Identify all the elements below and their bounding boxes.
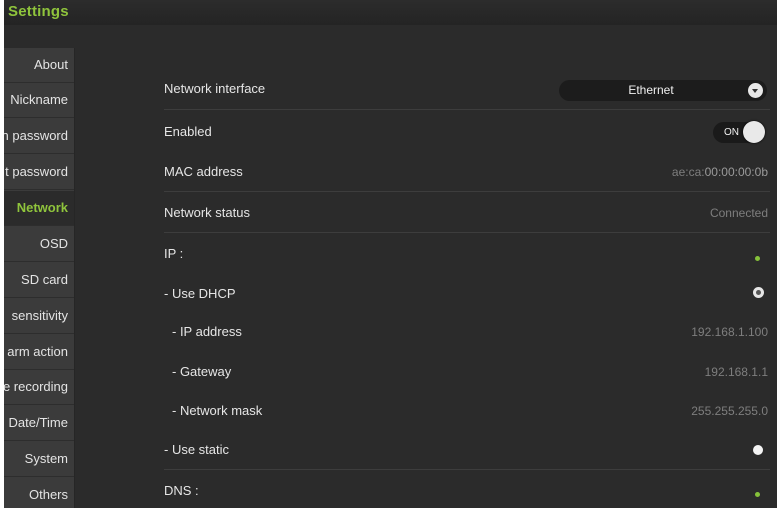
mac-prefix: ae:ca:: [671, 165, 705, 179]
gateway-label: - Gateway: [172, 364, 232, 379]
sidebar-item-admin-password[interactable]: n password: [4, 119, 74, 154]
sidebar-item-system[interactable]: System: [4, 442, 74, 477]
dns-section-row: DNS :: [164, 472, 770, 508]
sidebar-item-recording[interactable]: e recording: [4, 370, 74, 405]
network-mask-value[interactable]: 255.255.255.0: [691, 392, 768, 430]
sidebar-item-date-time[interactable]: Date/Time: [4, 406, 74, 441]
ip-address-value[interactable]: 192.168.1.100: [691, 313, 768, 351]
use-static-radio[interactable]: [753, 445, 763, 455]
network-status-label: Network status: [164, 205, 250, 220]
ip-section-label: IP :: [164, 246, 184, 261]
ip-address-row: - IP address 192.168.1.100: [164, 313, 770, 351]
sidebar-divider: [74, 48, 75, 508]
sidebar-item-label: Date/Time: [8, 415, 68, 430]
mac-address-value: ae:ca:00:00:00:0b: [672, 153, 768, 191]
sidebar-item-sensitivity[interactable]: sensitivity: [4, 299, 74, 334]
use-static-label: - Use static: [164, 442, 230, 457]
sidebar-item-label: n password: [4, 128, 68, 143]
sidebar-item-label: System: [24, 451, 68, 466]
app-title: Settings: [8, 3, 69, 20]
sidebar-item-network[interactable]: Network: [4, 191, 74, 226]
sidebar-item-nickname[interactable]: Nickname: [4, 83, 74, 118]
sidebar-item-guest-password[interactable]: t password: [4, 155, 74, 190]
divider: [164, 109, 770, 110]
sidebar-item-sd-card[interactable]: SD card: [4, 263, 74, 298]
use-dhcp-row[interactable]: - Use DHCP: [164, 275, 770, 313]
divider: [164, 191, 770, 192]
sidebar-item-label: Network: [16, 200, 68, 215]
dns-section-label: DNS :: [164, 483, 199, 498]
title-bar: Settings: [4, 0, 777, 25]
sidebar-item-label: SD card: [21, 272, 68, 287]
sidebar-item-label: sensitivity: [11, 308, 68, 323]
network-interface-label: Network interface: [164, 81, 266, 96]
network-interface-value: Ethernet: [628, 83, 674, 97]
use-static-row[interactable]: - Use static: [164, 431, 770, 469]
divider: [164, 469, 770, 470]
ip-status-dot: [755, 256, 760, 261]
sidebar-item-label: About: [34, 57, 68, 72]
toggle-knob: [743, 121, 765, 143]
sidebar-item-label: Nickname: [10, 92, 68, 107]
toggle-state-label: ON: [724, 127, 739, 138]
network-status-row: Network status Connected: [164, 194, 770, 232]
sidebar-item-label: arm action: [7, 344, 68, 359]
divider: [164, 232, 770, 233]
sidebar-item-others[interactable]: Others: [4, 478, 74, 508]
sidebar-item-label: OSD: [39, 236, 68, 251]
mac-suffix: 00:00:00:0b: [704, 165, 768, 179]
ip-address-label: - IP address: [172, 324, 242, 339]
sidebar-item-about[interactable]: About: [4, 48, 74, 83]
enabled-toggle[interactable]: ON: [713, 121, 765, 143]
sidebar-item-label: e recording: [4, 379, 68, 394]
mac-address-row: MAC address ae:ca:00:00:00:0b: [164, 153, 770, 191]
ip-section-row: IP :: [164, 235, 770, 273]
enabled-row: Enabled: [164, 113, 770, 151]
network-status-value: Connected: [709, 206, 768, 220]
chevron-down-icon: [748, 83, 763, 98]
use-dhcp-label: - Use DHCP: [164, 286, 236, 301]
gateway-row: - Gateway 192.168.1.1: [164, 353, 770, 391]
enabled-label: Enabled: [164, 124, 212, 139]
dns-status-dot: [755, 492, 760, 497]
network-mask-label: - Network mask: [172, 403, 263, 418]
network-mask-row: - Network mask 255.255.255.0: [164, 392, 770, 430]
gateway-value[interactable]: 192.168.1.1: [705, 353, 768, 391]
sidebar-item-osd[interactable]: OSD: [4, 227, 74, 262]
settings-window: Settings About Nickname n password t pas…: [4, 0, 777, 508]
use-dhcp-radio[interactable]: [753, 287, 764, 298]
sidebar-item-label: t password: [5, 164, 68, 179]
mac-address-label: MAC address: [164, 164, 243, 179]
sidebar: About Nickname n password t password Net…: [4, 48, 74, 508]
sidebar-item-alarm-action[interactable]: arm action: [4, 335, 74, 370]
sidebar-item-label: Others: [28, 487, 68, 502]
network-interface-select[interactable]: Ethernet: [559, 80, 767, 101]
